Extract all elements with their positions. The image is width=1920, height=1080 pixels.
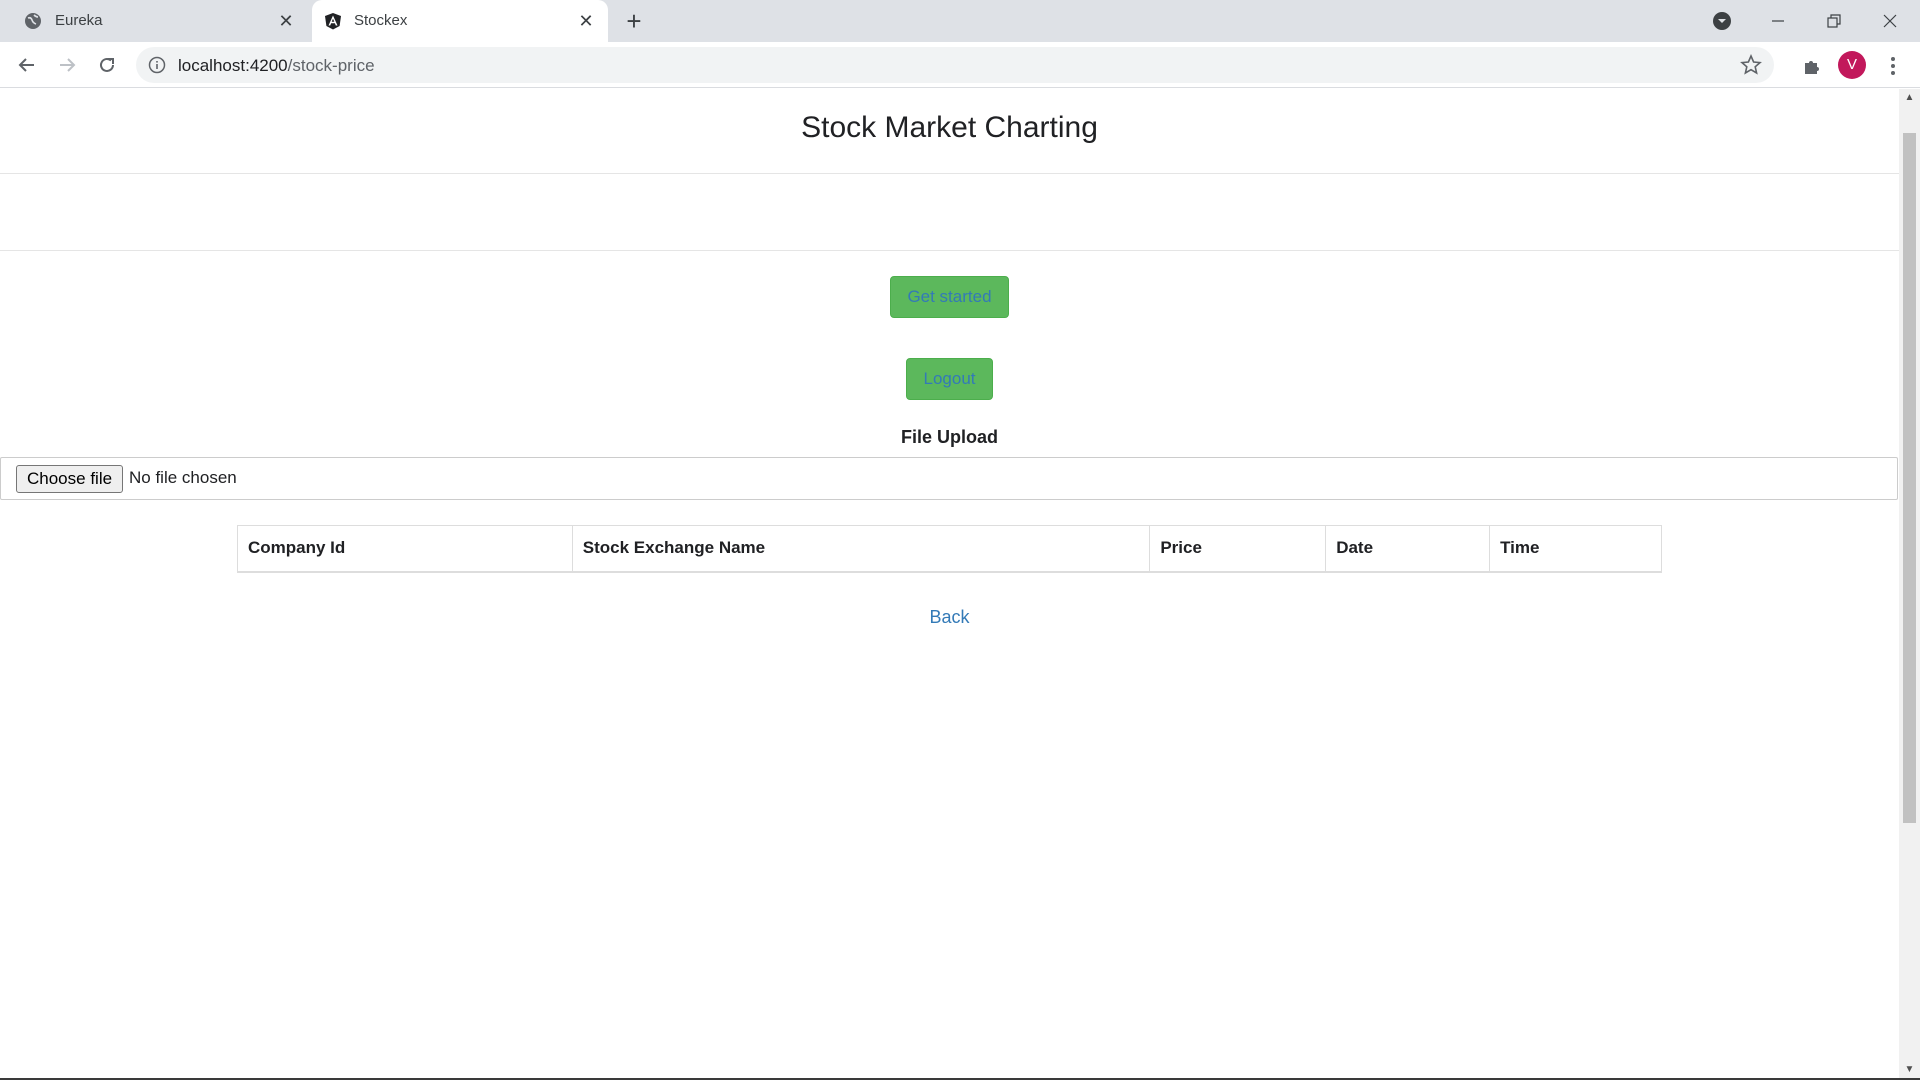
tab-eureka[interactable]: Eureka ✕ bbox=[0, 0, 308, 42]
browser-tabstrip: Eureka ✕ Stockex ✕ + bbox=[0, 0, 1920, 42]
puzzle-icon bbox=[1805, 61, 1819, 74]
close-icon bbox=[1883, 14, 1897, 28]
scroll-down-arrow-icon[interactable]: ▼ bbox=[1899, 1061, 1920, 1079]
close-icon[interactable]: ✕ bbox=[276, 11, 296, 31]
tab-stockex[interactable]: Stockex ✕ bbox=[312, 0, 608, 42]
restore-button[interactable] bbox=[1814, 0, 1854, 42]
forward-button[interactable] bbox=[51, 49, 83, 81]
arrow-left-icon bbox=[18, 58, 34, 72]
file-input[interactable]: Choose file No file chosen bbox=[0, 457, 1898, 500]
close-window-button[interactable] bbox=[1870, 0, 1910, 42]
extensions-button[interactable] bbox=[1799, 53, 1825, 79]
column-header-price: Price bbox=[1149, 525, 1327, 573]
page-viewport: Stock Market Charting Get started Logout… bbox=[0, 89, 1899, 1079]
file-upload-heading: File Upload bbox=[900, 427, 998, 447]
address-bar[interactable]: localhost:4200/stock-price bbox=[136, 47, 1774, 83]
url-text[interactable]: localhost:4200/stock-price bbox=[178, 56, 375, 76]
kebab-menu-icon bbox=[1891, 57, 1895, 75]
restore-icon bbox=[1827, 14, 1841, 28]
back-link[interactable]: Back bbox=[0, 607, 1899, 628]
tab-title: Eureka bbox=[55, 12, 103, 29]
scroll-up-arrow-icon[interactable]: ▲ bbox=[1899, 89, 1920, 107]
chevron-down-icon bbox=[1713, 12, 1731, 30]
page-title: Stock Market Charting bbox=[801, 111, 1098, 144]
url-path: /stock-price bbox=[287, 56, 375, 75]
stock-price-table: Company Id Stock Exchange Name Price Dat… bbox=[237, 525, 1662, 573]
back-button[interactable] bbox=[11, 49, 43, 81]
column-header-stock-exchange-name: Stock Exchange Name bbox=[571, 525, 1151, 573]
tab-title: Stockex bbox=[354, 12, 408, 29]
reload-button[interactable] bbox=[91, 49, 123, 81]
scroll-thumb[interactable] bbox=[1903, 133, 1916, 823]
tab-search-button[interactable] bbox=[1702, 0, 1742, 42]
file-status-text: No file chosen bbox=[129, 468, 237, 487]
column-header-time: Time bbox=[1489, 525, 1662, 573]
reload-icon bbox=[100, 57, 114, 72]
page-scrollbar[interactable]: ▲ ▼ bbox=[1899, 89, 1920, 1079]
url-host: localhost:4200 bbox=[178, 56, 288, 75]
table-header-row: Company Id Stock Exchange Name Price Dat… bbox=[237, 525, 1662, 573]
app-header: Stock Market Charting bbox=[0, 89, 1899, 174]
angular-icon bbox=[325, 13, 341, 30]
menu-button[interactable] bbox=[1880, 53, 1906, 79]
arrow-right-icon bbox=[60, 58, 76, 72]
minimize-button[interactable] bbox=[1758, 0, 1798, 42]
column-header-company-id: Company Id bbox=[237, 525, 573, 573]
column-header-date: Date bbox=[1325, 525, 1491, 573]
star-icon[interactable] bbox=[1740, 54, 1762, 76]
profile-avatar[interactable]: V bbox=[1838, 51, 1866, 79]
browser-toolbar: localhost:4200/stock-price bbox=[0, 42, 1920, 88]
globe-icon bbox=[25, 13, 41, 29]
info-icon[interactable] bbox=[148, 56, 166, 74]
nav-band bbox=[0, 174, 1899, 251]
close-icon[interactable]: ✕ bbox=[576, 11, 596, 31]
choose-file-button[interactable]: Choose file bbox=[16, 465, 124, 493]
get-started-button[interactable]: Get started bbox=[890, 276, 1009, 318]
logout-button[interactable]: Logout bbox=[906, 358, 993, 400]
minimize-icon bbox=[1772, 20, 1784, 22]
new-tab-button[interactable]: + bbox=[620, 8, 648, 36]
